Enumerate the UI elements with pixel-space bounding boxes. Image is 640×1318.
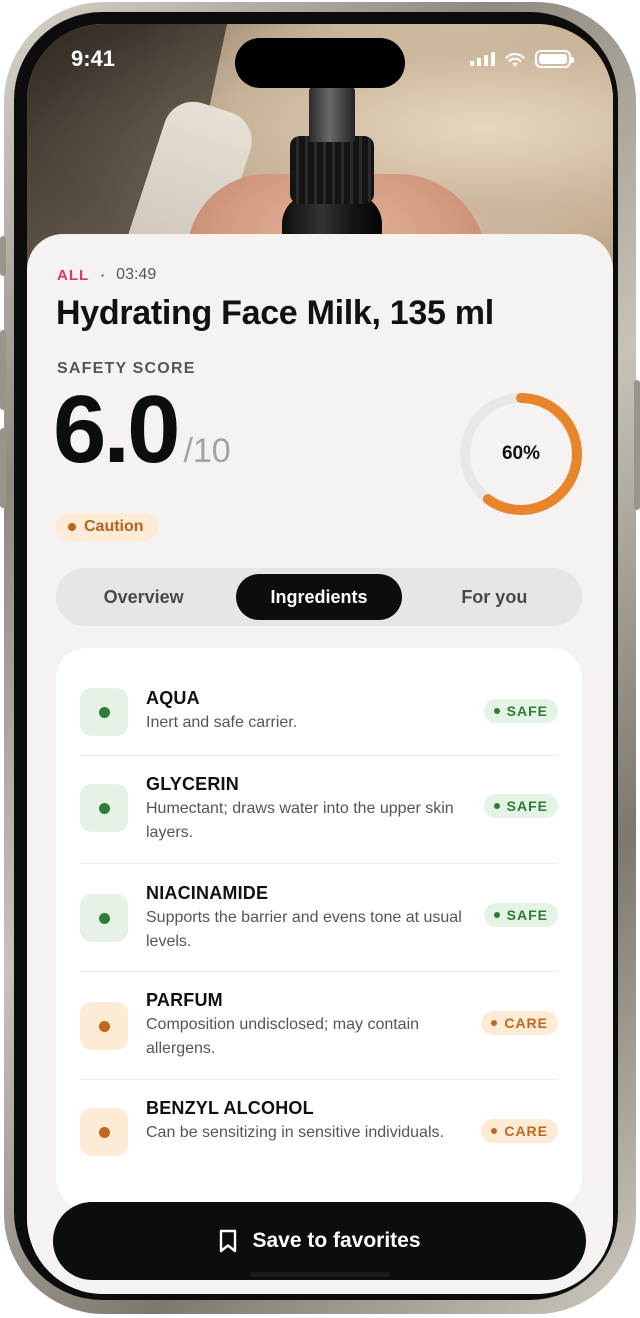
power-button	[634, 380, 640, 510]
status-icons	[470, 50, 574, 68]
ingredient-row[interactable]: BENZYL ALCOHOL Can be sensitizing in sen…	[80, 1080, 558, 1188]
safe-status-icon	[80, 688, 128, 736]
action-button	[0, 236, 6, 276]
rating-badge: CARE	[481, 1119, 558, 1143]
bookmark-icon	[220, 1229, 237, 1253]
dynamic-island	[235, 38, 405, 88]
product-title: Hydrating Face Milk, 135 ml	[56, 294, 494, 332]
rating-badge: SAFE	[483, 794, 558, 818]
rating-label: SAFE	[506, 703, 548, 719]
rating-label: CARE	[504, 1123, 548, 1139]
ingredient-description: Supports the barrier and evens tone at u…	[146, 909, 462, 950]
home-indicator[interactable]	[250, 1272, 390, 1277]
rating-label: CARE	[504, 1015, 548, 1031]
scan-time: 03:49	[116, 266, 157, 283]
rating-badge: SAFE	[483, 903, 558, 927]
rating-badge: CARE	[481, 1011, 558, 1035]
caution-label: Caution	[84, 518, 144, 535]
status-time: 9:41	[71, 46, 116, 71]
caution-badge: Caution	[56, 513, 158, 541]
safety-percent: 60%	[501, 443, 541, 464]
ingredient-row[interactable]: PARFUM Composition undisclosed; may cont…	[80, 972, 558, 1080]
ingredient-row[interactable]: GLYCERIN Humectant; draws water into the…	[80, 756, 558, 864]
ingredient-name: NIACINAMIDE	[146, 883, 269, 903]
safety-score-value: 6.0	[53, 376, 180, 483]
ingredient-description: Composition undisclosed; may contain all…	[146, 1016, 420, 1057]
tab-overview[interactable]: Overview	[61, 574, 226, 620]
tab-bar: Overview Ingredients For you	[56, 568, 582, 626]
product-meta: ALL 03:49	[57, 266, 156, 284]
rating-label: SAFE	[506, 907, 548, 923]
care-status-icon	[80, 1108, 128, 1156]
ingredient-description: Can be sensitizing in sensitive individu…	[146, 1124, 444, 1141]
caution-dot	[68, 523, 76, 531]
rating-badge: SAFE	[483, 699, 558, 723]
ingredient-description: Humectant; draws water into the upper sk…	[146, 800, 454, 841]
tab-ingredients[interactable]: Ingredients	[236, 574, 402, 620]
ingredient-name: BENZYL ALCOHOL	[146, 1098, 314, 1118]
ingredient-list: AQUA Inert and safe carrier. SAFE GLYCER…	[56, 648, 582, 1208]
safe-status-icon	[80, 894, 128, 942]
care-status-icon	[80, 1002, 128, 1050]
product-sheet: ALL 03:49 Hydrating Face Milk, 135 ml SA…	[27, 234, 613, 1294]
safety-score-max: /10	[183, 432, 231, 470]
rating-label: SAFE	[506, 798, 548, 814]
ingredient-name: GLYCERIN	[146, 774, 239, 794]
screen: 9:41 ALL 03:49 Hydrating Face Milk, 135 …	[27, 24, 613, 1294]
ingredient-name: PARFUM	[146, 990, 223, 1010]
ingredient-row[interactable]: NIACINAMIDE Supports the barrier and eve…	[80, 864, 558, 972]
meta-separator	[101, 273, 105, 277]
save-button-label: Save to favorites	[252, 1229, 421, 1252]
ingredient-name: AQUA	[146, 688, 200, 708]
volume-down-button	[0, 428, 6, 508]
save-to-favorites-button[interactable]: Save to favorites	[53, 1202, 586, 1280]
volume-up-button	[0, 330, 6, 410]
safety-score: 6.0 /10	[53, 376, 231, 483]
category-tag[interactable]: ALL	[57, 267, 89, 284]
tab-for-you[interactable]: For you	[412, 574, 577, 620]
battery-icon	[535, 50, 574, 68]
ingredient-description: Inert and safe carrier.	[146, 714, 298, 731]
safe-status-icon	[80, 784, 128, 832]
ingredient-row[interactable]: AQUA Inert and safe carrier. SAFE	[80, 670, 558, 756]
cellular-signal-icon	[470, 52, 495, 66]
wifi-icon	[505, 52, 525, 66]
